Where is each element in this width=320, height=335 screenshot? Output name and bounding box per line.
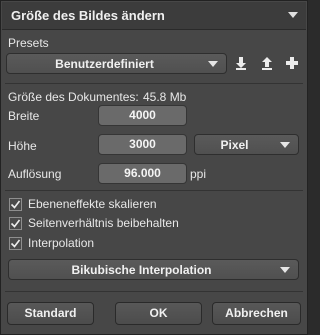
chevron-down-icon[interactable] [280,267,290,273]
scale-effects-checkbox[interactable] [9,198,22,211]
presets-label: Presets [8,36,49,50]
keep-ratio-checkbox[interactable] [9,217,22,230]
interpolation-method-dropdown[interactable]: Bikubische Interpolation [8,259,299,280]
interpolation-method-selected: Bikubische Interpolation [71,263,212,277]
keep-ratio-label: Seitenverhältnis beibehalten [28,216,179,230]
chevron-down-icon [280,142,290,148]
height-label: Höhe [8,139,37,153]
checkmark-icon [10,200,21,209]
height-input[interactable]: 3000 [98,134,187,155]
document-size-label: Größe des Dokumentes: [8,90,139,104]
checkmark-icon [10,219,21,228]
scale-effects-label: Ebeneneffekte skalieren [28,197,157,211]
presets-dropdown[interactable]: Benutzerdefiniert [6,53,227,74]
separator [5,83,303,84]
resize-image-dialog: Größe des Bildes ändern Presets Benutzer… [0,0,308,335]
upload-icon[interactable] [259,55,275,71]
document-size-value: 45.8 Mb [143,90,187,104]
standard-button[interactable]: Standard [7,302,94,325]
width-label: Breite [8,109,40,123]
separator [5,190,303,191]
dialog-title-bar[interactable]: Größe des Bildes ändern [2,2,306,30]
resolution-unit: ppi [190,167,207,181]
interpolation-checkbox[interactable] [9,237,22,250]
separator [5,291,303,292]
presets-selected: Benutzerdefiniert [55,57,154,71]
ok-button[interactable]: OK [115,302,202,325]
unit-dropdown[interactable]: Pixel [194,134,299,155]
chevron-down-icon [208,61,218,67]
plus-icon[interactable] [284,55,300,71]
dialog-title: Größe des Bildes ändern [11,8,165,23]
unit-selected: Pixel [220,138,249,152]
collapse-arrow-icon[interactable] [288,12,298,18]
download-icon[interactable] [233,55,249,71]
resolution-input[interactable]: 96.000 [98,163,187,184]
checkmark-icon [10,239,21,248]
cancel-button[interactable]: Abbrechen [212,302,301,325]
interpolation-label: Interpolation [28,236,95,250]
resolution-label: Auflösung [8,167,62,181]
width-input[interactable]: 4000 [98,105,187,126]
